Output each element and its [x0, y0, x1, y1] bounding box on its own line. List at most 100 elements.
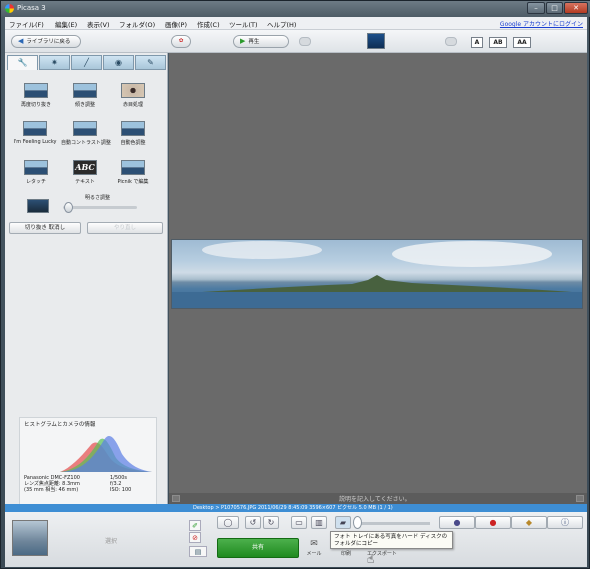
pen-icon: ✎ — [147, 58, 154, 67]
menu-tools[interactable]: ツール(T) — [229, 19, 258, 29]
bucket-icon: ◉ — [115, 58, 122, 67]
tool-auto-contrast[interactable]: 自動コントラスト調整 — [61, 121, 111, 155]
rotate-left-button[interactable]: ↺ — [245, 516, 261, 529]
add-to-album-icon[interactable]: ▤ — [189, 546, 207, 557]
color-picker-button[interactable]: ✿ — [171, 35, 191, 48]
back-to-library-button[interactable]: ◀ ライブラリに戻る — [11, 35, 81, 48]
compare-view-icon: ▥ — [315, 518, 323, 527]
rotate-right-icon: ↻ — [267, 518, 275, 527]
tray-photo-thumbnail[interactable] — [12, 520, 48, 556]
tab-effects-2[interactable]: ◉ — [103, 55, 134, 70]
print-label: 印刷 — [340, 551, 351, 557]
recrop-thumbnail — [24, 83, 48, 98]
people-button[interactable]: ● — [439, 516, 475, 529]
undo-crop-button[interactable]: 切り抜き 取消し — [9, 222, 81, 234]
picnik-thumbnail — [121, 160, 145, 175]
zoom-slider-handle[interactable] — [353, 516, 362, 529]
zoom-slider-track[interactable] — [360, 522, 430, 525]
prev-photo-button[interactable] — [299, 37, 311, 46]
text-tool-icon: ABC — [73, 160, 97, 175]
status-text: Desktop > P1070576.JPG 2011/06/29 8:45:0… — [193, 505, 393, 511]
hold-pin-icon[interactable]: ✐ — [189, 520, 201, 531]
tool-text[interactable]: ABC テキスト — [61, 160, 109, 194]
text-size-medium-button[interactable]: AB — [489, 37, 507, 48]
brightness-slider-handle[interactable] — [64, 202, 73, 213]
tab-basic-fixes[interactable]: 🔧 — [7, 55, 38, 70]
tool-auto-color-label: 自動色調整 — [120, 140, 146, 146]
edit-tabs: 🔧 ✷ ╱ ◉ ✎ — [7, 55, 166, 70]
view-compare-button[interactable]: ▥ — [311, 516, 327, 529]
current-photo-thumbnail[interactable] — [367, 33, 385, 49]
email-action[interactable]: ✉ メール — [303, 539, 325, 557]
info-icon: ⓘ — [561, 518, 569, 527]
caption-right-icon[interactable] — [576, 495, 584, 502]
tool-feeling-lucky[interactable]: I'm Feeling Lucky — [5, 121, 65, 155]
close-button[interactable]: ✕ — [564, 2, 588, 14]
tab-effects[interactable]: ╱ — [71, 55, 102, 70]
rotate-right-button[interactable]: ↻ — [263, 516, 279, 529]
mail-icon: ✉ — [310, 539, 318, 549]
next-photo-button[interactable] — [445, 37, 457, 46]
title-bar: Picasa 3 – □ ✕ — [1, 1, 590, 17]
tool-recrop[interactable]: 再度切り抜き — [12, 83, 60, 117]
tray-selection-label: 選択 — [105, 538, 118, 545]
caption-input[interactable]: 説明を記入してください。 — [339, 494, 411, 503]
slideshow-play-button[interactable]: ▶ 再生 — [233, 35, 289, 48]
caption-left-icon[interactable] — [172, 495, 180, 502]
tool-auto-color[interactable]: 自動色調整 — [109, 121, 157, 155]
eye-icon — [121, 83, 145, 98]
info-button[interactable]: ⓘ — [547, 516, 583, 529]
menu-file[interactable]: ファイル(F) — [9, 19, 44, 29]
tool-redeye[interactable]: 赤目処理 — [109, 83, 157, 117]
auto-contrast-thumbnail — [73, 121, 97, 136]
email-label: メール — [306, 551, 322, 557]
redo-button[interactable]: やり直し — [87, 222, 163, 234]
brightness-slider-row: 明るさ調整 — [9, 193, 164, 219]
places-button[interactable]: ● — [475, 516, 511, 529]
share-button[interactable]: 共有 — [217, 538, 299, 558]
caption-bar: 説明を記入してください。 — [169, 493, 587, 504]
status-bar: Desktop > P1070576.JPG 2011/06/29 8:45:0… — [5, 504, 587, 512]
text-size-large-button[interactable]: AA — [513, 37, 531, 48]
picasa-window: Picasa 3 – □ ✕ ファイル(F) 編集(E) 表示(V) フォルダ(… — [0, 0, 590, 569]
edit-panel: 🔧 ✷ ╱ ◉ ✎ 再度切り抜き 傾き調整 赤目処理 I'm Feeling L… — [5, 53, 168, 507]
export-tooltip: フォト トレイにある写真をハード ディスクのフォルダにコピー — [330, 531, 453, 549]
iso-value: ISO: 100 — [110, 487, 132, 493]
tool-auto-contrast-label: 自動コントラスト調整 — [61, 140, 111, 146]
clear-tray-icon[interactable]: ⊘ — [189, 532, 201, 543]
rotate-left-icon: ↺ — [249, 518, 257, 527]
picasa-logo-icon — [5, 4, 14, 13]
menu-bar: ファイル(F) 編集(E) 表示(V) フォルダ(O) 画像(P) 作成(C) … — [5, 17, 587, 30]
folder-icon: ▰ — [339, 518, 347, 527]
text-size-small-button[interactable]: A — [471, 37, 483, 48]
menu-create[interactable]: 作成(C) — [197, 19, 220, 29]
menu-help[interactable]: ヘルプ(H) — [267, 19, 296, 29]
back-to-library-label: ライブラリに戻る — [26, 39, 71, 45]
tool-feeling-lucky-label: I'm Feeling Lucky — [13, 139, 57, 145]
folder-view-button[interactable]: ▰ — [335, 516, 351, 529]
play-label: 再生 — [248, 39, 260, 45]
tool-picnik[interactable]: Picnik で編集 — [109, 160, 157, 194]
menu-edit[interactable]: 編集(E) — [55, 19, 77, 29]
tool-retouch[interactable]: レタッチ — [12, 160, 60, 194]
google-account-link[interactable]: Google アカウントにログイン — [500, 19, 583, 28]
maximize-button[interactable]: □ — [546, 2, 563, 14]
hand-cursor-icon: ☝ — [367, 552, 375, 566]
tool-recrop-label: 再度切り抜き — [20, 102, 51, 108]
view-single-button[interactable]: ▭ — [291, 516, 307, 529]
menu-image[interactable]: 画像(P) — [165, 19, 187, 29]
map-pin-icon: ● — [489, 518, 497, 527]
histogram-title: ヒストグラムとカメラの情報 — [24, 422, 96, 428]
panorama-photo[interactable] — [171, 239, 583, 309]
minimize-button[interactable]: – — [527, 2, 545, 14]
tab-tuning[interactable]: ✷ — [39, 55, 70, 70]
brightness-slider-track[interactable] — [63, 206, 137, 209]
histogram-chart — [60, 435, 152, 472]
tool-straighten[interactable]: 傾き調整 — [61, 83, 109, 117]
tab-effects-3[interactable]: ✎ — [135, 55, 166, 70]
wrench-icon: 🔧 — [17, 58, 28, 67]
menu-view[interactable]: 表示(V) — [87, 19, 110, 29]
view-toggle-button[interactable]: ◯ — [217, 516, 239, 529]
menu-folder[interactable]: フォルダ(O) — [119, 19, 155, 29]
tags-button[interactable]: ◆ — [511, 516, 547, 529]
